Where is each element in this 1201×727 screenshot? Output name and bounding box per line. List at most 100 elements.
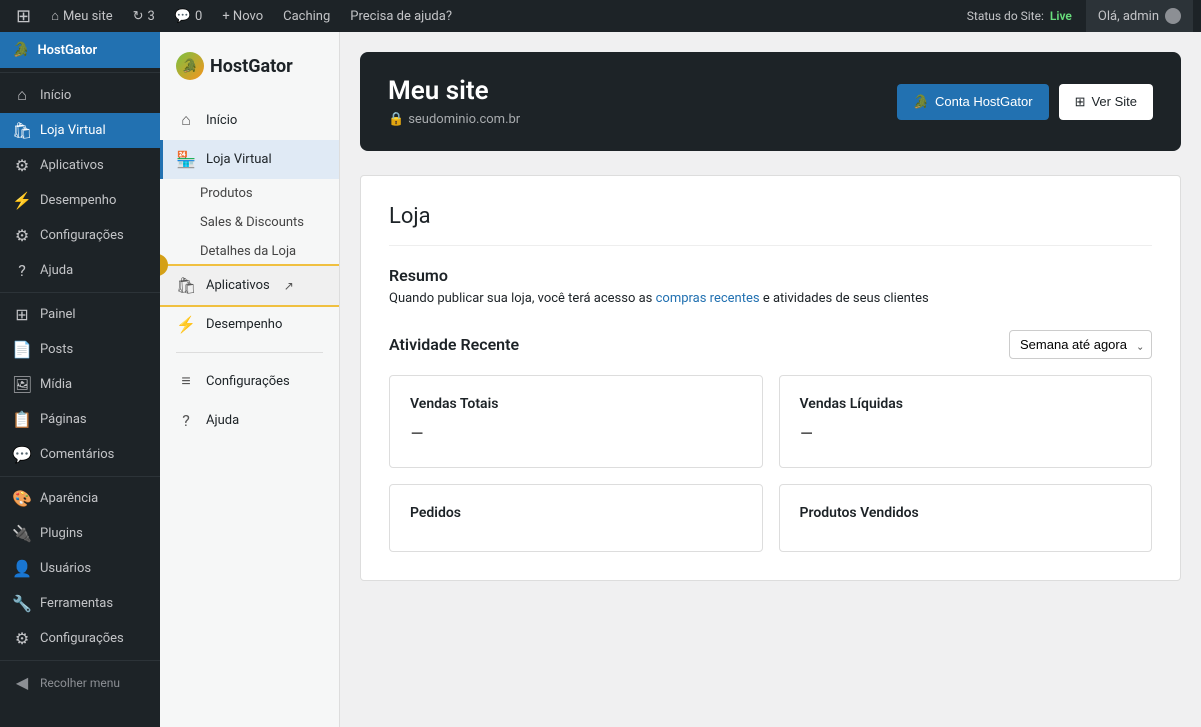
hg-desempenho-label: Desempenho: [206, 317, 282, 332]
caching-button[interactable]: Caching: [275, 0, 338, 32]
sidebar-item-desempenho[interactable]: ⚡ Desempenho: [0, 183, 160, 218]
comments-count: 0: [195, 9, 202, 24]
hg-sub-detalhes[interactable]: Detalhes da Loja: [160, 237, 339, 266]
periodo-select[interactable]: Semana até agora: [1009, 330, 1152, 359]
hg-config-icon: ≡: [176, 371, 196, 391]
sidebar-item-posts[interactable]: 📄 Posts: [0, 332, 160, 367]
hg-nav-loja-virtual[interactable]: 🏪 Loja Virtual: [160, 140, 339, 179]
sidebar-item-midia[interactable]: 🖼 Mídia: [0, 367, 160, 402]
hg-store-icon: 🏪: [176, 150, 196, 169]
sidebar-item-loja-virtual[interactable]: 🛍 Loja Virtual: [0, 113, 160, 148]
admin-bar: ⊞ ⌂ Meu site ↻ 3 💬 0 + Novo Caching Prec…: [0, 0, 1201, 32]
sidebar-plugins-label: Plugins: [40, 526, 83, 541]
caching-label: Caching: [283, 9, 330, 24]
hg-sidebar-icon: 🐊: [12, 42, 29, 58]
sidebar-midia-label: Mídia: [40, 377, 72, 392]
greeting-text: Olá, admin: [1098, 9, 1159, 24]
sidebar-item-ferramentas[interactable]: 🔧 Ferramentas: [0, 586, 160, 621]
hg-sub-produtos[interactable]: Produtos: [160, 179, 339, 208]
sidebar-item-plugins[interactable]: 🔌 Plugins: [0, 516, 160, 551]
card-vendas-totais-title: Vendas Totais: [410, 396, 742, 412]
sidebar-item-aparencia[interactable]: 🎨 Aparência: [0, 481, 160, 516]
sidebar-item-configuracoes[interactable]: ⚙ Configurações: [0, 621, 160, 656]
periodo-wrapper: Semana até agora: [1009, 330, 1152, 359]
resumo-link-compras[interactable]: compras recentes: [656, 291, 760, 306]
sidebar-aplicativos-label: Aplicativos: [40, 158, 104, 173]
store-icon: 🛍: [12, 121, 32, 140]
conta-hostgator-button[interactable]: 🐊 Conta HostGator: [897, 84, 1049, 120]
sidebar-posts-label: Posts: [40, 342, 73, 357]
comentarios-icon: 💬: [12, 445, 32, 464]
sidebar-item-painel[interactable]: ⊞ Painel: [0, 297, 160, 332]
hg-nav-inicio[interactable]: ⌂ Início: [160, 100, 339, 140]
hg-logo-text: HostGator: [210, 56, 293, 77]
lock-icon: 🔒: [388, 112, 404, 127]
sidebar-item-hostgator[interactable]: 🐊 HostGator: [0, 32, 160, 68]
sidebar-item-comentarios[interactable]: 💬 Comentários: [0, 437, 160, 472]
media-icon: 🖼: [12, 375, 32, 394]
sidebar-item-inicio[interactable]: ⌂ Início: [0, 77, 160, 113]
hg-home-icon: ⌂: [176, 110, 196, 130]
wp-sidebar: 🐊 HostGator ⌂ Início 🛍 Loja Virtual ⚙ Ap…: [0, 32, 160, 727]
resumo-title: Resumo: [389, 266, 1152, 285]
new-button[interactable]: + Novo: [214, 0, 271, 32]
site-status: Status do Site: Live: [957, 9, 1082, 23]
hg-ajuda-label: Ajuda: [206, 413, 239, 428]
url-text: seudominio.com.br: [408, 112, 520, 127]
config-icon: ⚙: [12, 629, 32, 648]
conta-btn-label: Conta HostGator: [935, 94, 1033, 109]
plugins-icon: 🔌: [12, 524, 32, 543]
status-label: Status do Site:: [967, 9, 1044, 23]
sidebar-configuracoes-hg-label: Configurações: [40, 228, 124, 243]
sidebar-item-paginas[interactable]: 📋 Páginas: [0, 402, 160, 437]
card-pedidos: Pedidos: [389, 484, 763, 552]
new-label: + Novo: [222, 9, 263, 24]
hg-plugin-sidebar: 🐊 HostGator ⌂ Início 🏪 Loja Virtual Prod…: [160, 32, 340, 727]
sidebar-paginas-label: Páginas: [40, 412, 87, 427]
banner-actions: 🐊 Conta HostGator ⊞ Ver Site: [897, 84, 1153, 120]
revisions-count: 3: [148, 9, 155, 24]
help-button[interactable]: Precisa de ajuda?: [342, 0, 460, 32]
posts-icon: 📄: [12, 340, 32, 359]
ver-site-button[interactable]: ⊞ Ver Site: [1059, 84, 1153, 120]
hg-aplicativos-label: Aplicativos: [206, 278, 270, 293]
card-produtos-vendidos: Produtos Vendidos: [779, 484, 1153, 552]
hg-btn-icon: 🐊: [913, 94, 929, 110]
apps-icon: ⚙: [12, 156, 32, 175]
comments-button[interactable]: 💬 0: [167, 0, 211, 32]
revisions-icon: ↻: [133, 9, 144, 24]
wp-icon: ⊞: [16, 6, 31, 27]
hg-help-icon: ?: [176, 411, 196, 430]
hg-nav-configuracoes[interactable]: ≡ Configurações: [160, 361, 339, 401]
wp-logo-button[interactable]: ⊞: [8, 0, 39, 32]
card-vendas-totais: Vendas Totais –: [389, 375, 763, 468]
banner-title: Meu site: [388, 76, 520, 106]
home-icon: ⌂: [12, 85, 32, 105]
dashboard-icon: ⊞: [12, 305, 32, 324]
tools-icon: 🔧: [12, 594, 32, 613]
card-vendas-liquidas-value: –: [800, 422, 1132, 447]
loja-title: Loja: [389, 204, 1152, 246]
hg-nav-desempenho[interactable]: ⚡ Desempenho: [160, 305, 339, 344]
hg-nav-aplicativos[interactable]: 🛍 Aplicativos ↗: [160, 266, 339, 305]
users-icon: 👤: [12, 559, 32, 578]
sidebar-item-ajuda[interactable]: ? Ajuda: [0, 253, 160, 288]
sidebar-comentarios-label: Comentários: [40, 447, 114, 462]
admin-greeting[interactable]: Olá, admin: [1086, 0, 1193, 32]
sidebar-ferramentas-label: Ferramentas: [40, 596, 113, 611]
sidebar-item-configuracoes-hg[interactable]: ⚙ Configurações: [0, 218, 160, 253]
admin-bar-right: Status do Site: Live Olá, admin: [957, 0, 1193, 32]
site-name-button[interactable]: ⌂ Meu site: [43, 0, 121, 32]
hg-logo-icon: 🐊: [176, 52, 204, 80]
sidebar-item-usuarios[interactable]: 👤 Usuários: [0, 551, 160, 586]
revisions-button[interactable]: ↻ 3: [125, 0, 163, 32]
hg-nav-ajuda[interactable]: ? Ajuda: [160, 401, 339, 440]
sidebar-item-aplicativos[interactable]: ⚙ Aplicativos: [0, 148, 160, 183]
collapse-menu-button[interactable]: ◀ Recolher menu: [0, 665, 160, 700]
card-vendas-liquidas-title: Vendas Líquidas: [800, 396, 1132, 412]
card-pedidos-title: Pedidos: [410, 505, 742, 521]
hg-sub-sales-discounts[interactable]: Sales & Discounts: [160, 208, 339, 237]
card-produtos-vendidos-title: Produtos Vendidos: [800, 505, 1132, 521]
hg-configuracoes-label: Configurações: [206, 374, 290, 389]
hg-sidebar-label: HostGator: [37, 43, 97, 58]
